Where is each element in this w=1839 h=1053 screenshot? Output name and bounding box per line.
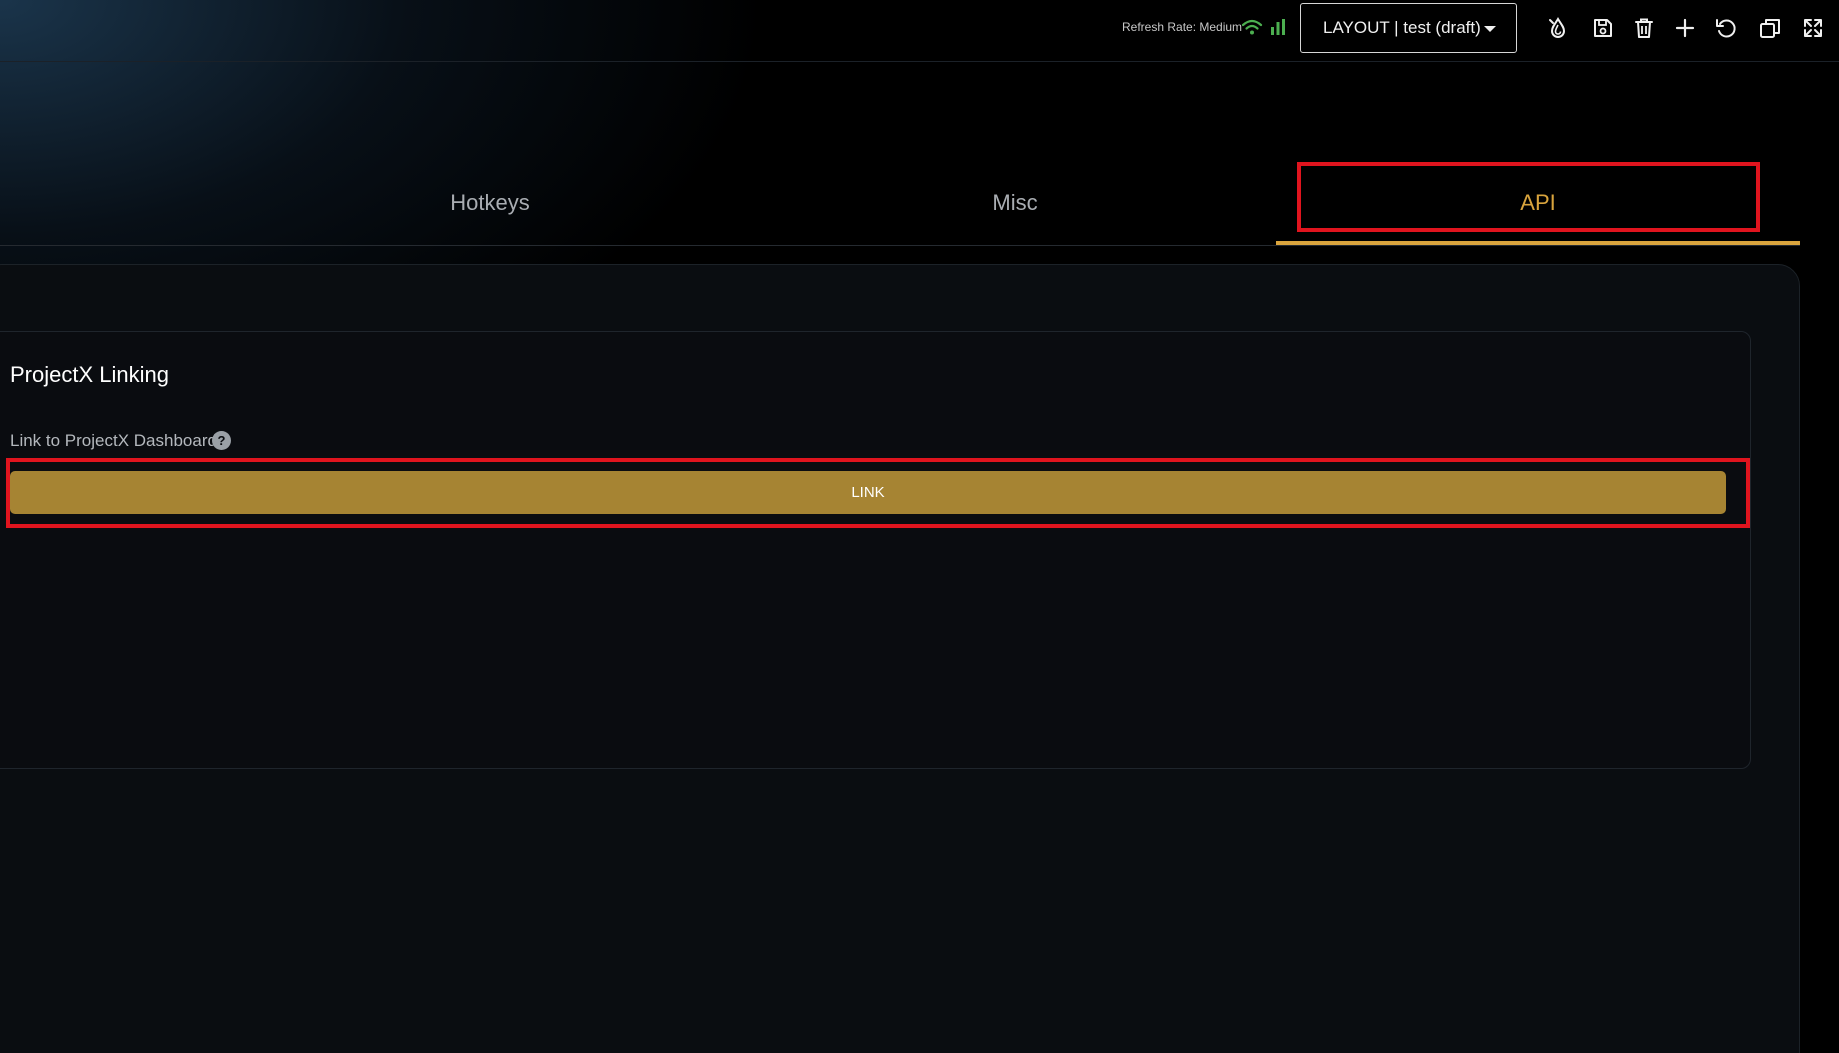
add-icon[interactable]	[1673, 16, 1697, 40]
link-field-label: Link to ProjectX Dashboard	[10, 431, 217, 450]
refresh-rate-label: Refresh Rate: Medium	[1122, 20, 1243, 34]
tab-api[interactable]: API	[1276, 160, 1800, 246]
projectx-linking-card	[0, 331, 1751, 769]
tab-hotkeys[interactable]: Hotkeys	[230, 160, 750, 246]
theme-icon[interactable]	[1546, 16, 1570, 40]
delete-icon[interactable]	[1632, 16, 1656, 40]
card-title: ProjectX Linking	[10, 362, 169, 387]
tab-hotkeys-label: Hotkeys	[450, 190, 530, 215]
window-icon[interactable]	[1758, 16, 1782, 40]
link-button[interactable]: LINK	[10, 471, 1726, 514]
fullscreen-icon[interactable]	[1801, 16, 1825, 40]
save-icon[interactable]	[1591, 16, 1615, 40]
link-button-label: LINK	[851, 484, 885, 501]
tab-misc-label: Misc	[992, 190, 1038, 215]
tab-misc[interactable]: Misc	[755, 160, 1275, 246]
top-bar: Refresh Rate: Medium LAYOUT | test (draf…	[0, 0, 1839, 62]
chevron-down-icon	[1484, 26, 1496, 32]
help-icon[interactable]: ?	[212, 431, 231, 450]
undo-icon[interactable]	[1714, 16, 1738, 40]
wifi-signal-icon	[1241, 18, 1263, 36]
signal-bars-icon	[1270, 18, 1286, 36]
settings-tabs: Hotkeys Misc API	[0, 160, 1800, 246]
app-window: Refresh Rate: Medium LAYOUT | test (draf…	[0, 0, 1839, 1053]
tab-api-label: API	[1520, 190, 1556, 215]
layout-select-label: LAYOUT | test (draft)	[1323, 18, 1481, 37]
active-tab-indicator	[1276, 241, 1800, 245]
layout-select[interactable]: LAYOUT | test (draft)	[1300, 3, 1517, 53]
